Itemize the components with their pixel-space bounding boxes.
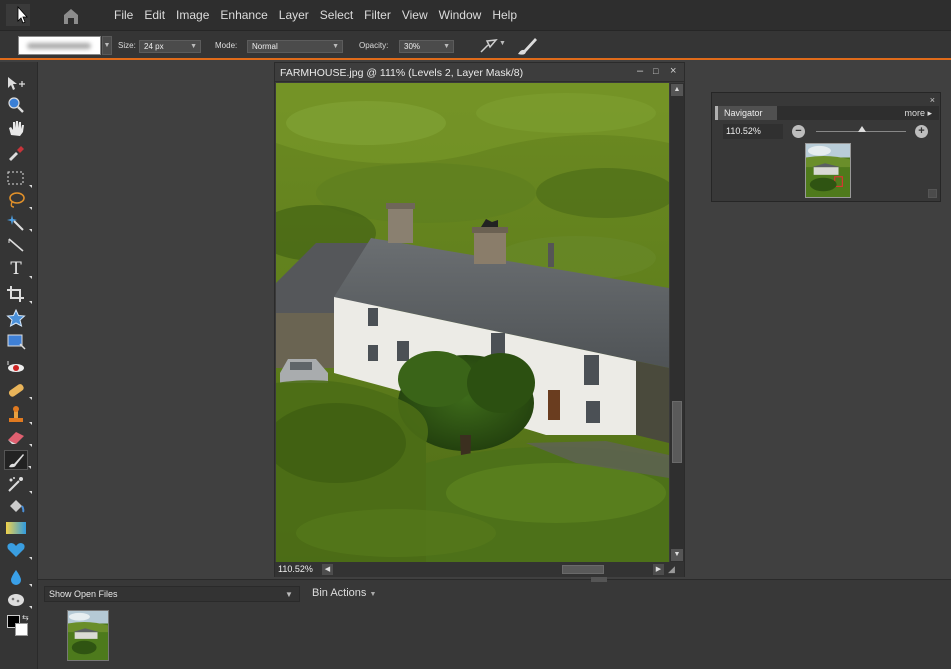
panel-close-icon[interactable]: × xyxy=(930,95,935,105)
navigator-more-button[interactable]: more ▸ xyxy=(904,108,932,119)
bin-collapse-handle[interactable] xyxy=(591,577,607,582)
tab-navigator[interactable]: Navigator xyxy=(715,106,777,120)
smart-brush-tool-icon[interactable] xyxy=(4,474,32,494)
eraser-tool-icon[interactable] xyxy=(4,427,32,447)
hand-tool-icon[interactable] xyxy=(4,118,28,138)
home-icon[interactable] xyxy=(58,6,84,26)
mode-label: Mode: xyxy=(215,41,238,50)
mode-dropdown-icon: ▼ xyxy=(332,43,339,50)
document-window[interactable]: FARMHOUSE.jpg @ 111% (Levels 2, Layer Ma… xyxy=(274,62,685,577)
opacity-field[interactable]: 30% ▼ xyxy=(399,40,454,53)
navigator-panel: × Navigator more ▸ 110.52% − + xyxy=(711,92,941,202)
cookie-cutter-tool-icon[interactable] xyxy=(4,308,28,328)
more-label: more xyxy=(904,108,925,118)
maximize-icon[interactable]: □ xyxy=(653,66,658,76)
sponge-tool-icon[interactable] xyxy=(4,589,32,609)
resize-grip-icon[interactable]: ◢ xyxy=(668,564,680,576)
document-zoom-level: 110.52% xyxy=(278,564,313,574)
swap-colors-icon[interactable]: ⇆ xyxy=(22,613,29,622)
background-color-swatch[interactable] xyxy=(15,623,28,636)
minimize-icon[interactable]: – xyxy=(637,65,643,77)
bin-actions-label: Bin Actions xyxy=(312,587,367,599)
show-files-dropdown-icon[interactable]: ▼ xyxy=(285,590,293,599)
brush-preset-picker[interactable] xyxy=(18,36,101,55)
lasso-tool-icon[interactable] xyxy=(4,190,32,210)
marquee-tool-icon[interactable] xyxy=(4,168,32,188)
scroll-right-icon[interactable]: ▶ xyxy=(653,564,664,575)
red-eye-tool-icon[interactable] xyxy=(4,358,28,378)
brush-preset-dropdown[interactable]: ▼ xyxy=(102,36,112,55)
document-status-bar: 110.52% ◀ ▶ ◢ xyxy=(275,562,684,577)
shape-tool-icon[interactable] xyxy=(4,540,32,560)
size-field[interactable]: 24 px ▼ xyxy=(139,40,201,53)
zoom-in-icon[interactable]: + xyxy=(915,125,928,138)
scroll-left-icon[interactable]: ◀ xyxy=(322,564,333,575)
size-value: 24 px xyxy=(144,42,164,51)
close-icon[interactable]: × xyxy=(670,65,676,77)
recompose-tool-icon[interactable] xyxy=(4,332,28,352)
scroll-down-icon[interactable]: ▼ xyxy=(671,549,683,561)
type-tool-icon[interactable]: T xyxy=(4,259,32,279)
menu-window[interactable]: Window xyxy=(439,8,482,22)
cursor-icon xyxy=(6,4,30,26)
straighten-tool-icon[interactable] xyxy=(4,235,28,255)
move-tool-icon[interactable] xyxy=(4,74,28,94)
color-swatches-icon[interactable]: ⇆ xyxy=(4,613,32,639)
bin-file-thumbnail[interactable] xyxy=(67,610,109,661)
bin-actions-dropdown-icon: ▼ xyxy=(369,591,377,598)
brush-settings-icon[interactable] xyxy=(514,35,540,57)
menu-view[interactable]: View xyxy=(402,8,428,22)
mode-select[interactable]: Normal ▼ xyxy=(247,40,343,53)
menu-enhance[interactable]: Enhance xyxy=(220,8,267,22)
vertical-scroll-thumb[interactable] xyxy=(672,401,682,463)
clone-stamp-tool-icon[interactable] xyxy=(4,405,32,425)
size-dropdown-icon[interactable]: ▼ xyxy=(190,41,197,52)
opacity-label: Opacity: xyxy=(359,41,389,50)
menu-image[interactable]: Image xyxy=(176,8,209,22)
image-canvas[interactable] xyxy=(276,83,669,562)
menu-select[interactable]: Select xyxy=(320,8,353,22)
horizontal-scroll-thumb[interactable] xyxy=(562,565,604,574)
scroll-up-icon[interactable]: ▲ xyxy=(671,84,683,96)
healing-brush-tool-icon[interactable] xyxy=(4,380,32,400)
opacity-dropdown-icon[interactable]: ▼ xyxy=(443,41,450,52)
panel-resize-grip[interactable] xyxy=(928,189,937,198)
menu-layer[interactable]: Layer xyxy=(279,8,309,22)
menu-help[interactable]: Help xyxy=(492,8,517,22)
main-menu: File Edit Image Enhance Layer Select Fil… xyxy=(114,8,517,22)
menu-edit[interactable]: Edit xyxy=(144,8,165,22)
airbrush-dropdown-icon[interactable]: ▼ xyxy=(499,40,506,47)
menu-bar: File Edit Image Enhance Layer Select Fil… xyxy=(0,0,951,31)
tool-options-bar: ▼ Size: 24 px ▼ Mode: Normal ▼ Opacity: … xyxy=(0,31,951,60)
crop-tool-icon[interactable] xyxy=(4,284,32,304)
zoom-tool-icon[interactable] xyxy=(4,95,28,115)
project-bin: Show Open Files ▼ Bin Actions ▼ xyxy=(38,577,951,669)
brush-tool-icon[interactable] xyxy=(4,450,31,470)
size-label: Size: xyxy=(118,41,136,50)
navigator-zoom-field[interactable]: 110.52% xyxy=(723,124,783,139)
document-title: FARMHOUSE.jpg @ 111% (Levels 2, Layer Ma… xyxy=(280,67,524,79)
bin-actions-menu[interactable]: Bin Actions ▼ xyxy=(312,587,376,599)
vertical-scrollbar[interactable]: ▲ ▼ xyxy=(670,83,684,562)
gradient-tool-icon[interactable] xyxy=(4,518,28,538)
show-open-files-label: Show Open Files xyxy=(49,589,118,599)
document-title-bar[interactable]: FARMHOUSE.jpg @ 111% (Levels 2, Layer Ma… xyxy=(275,63,684,82)
zoom-slider-handle[interactable] xyxy=(858,126,866,132)
paint-bucket-tool-icon[interactable] xyxy=(4,497,28,517)
show-open-files-select[interactable]: Show Open Files xyxy=(44,586,300,602)
airbrush-icon[interactable] xyxy=(478,37,500,55)
mode-value: Normal xyxy=(252,42,278,51)
blur-tool-icon[interactable] xyxy=(4,567,32,587)
menu-file[interactable]: File xyxy=(114,8,133,22)
photoshop-elements-window: File Edit Image Enhance Layer Select Fil… xyxy=(0,0,951,669)
opacity-value: 30% xyxy=(404,42,421,51)
tools-panel: T ⇆ xyxy=(0,62,38,669)
menu-filter[interactable]: Filter xyxy=(364,8,391,22)
eyedropper-tool-icon[interactable] xyxy=(4,142,28,162)
zoom-out-icon[interactable]: − xyxy=(792,125,805,138)
navigator-thumbnail[interactable] xyxy=(805,143,851,198)
magic-wand-tool-icon[interactable] xyxy=(4,212,32,232)
